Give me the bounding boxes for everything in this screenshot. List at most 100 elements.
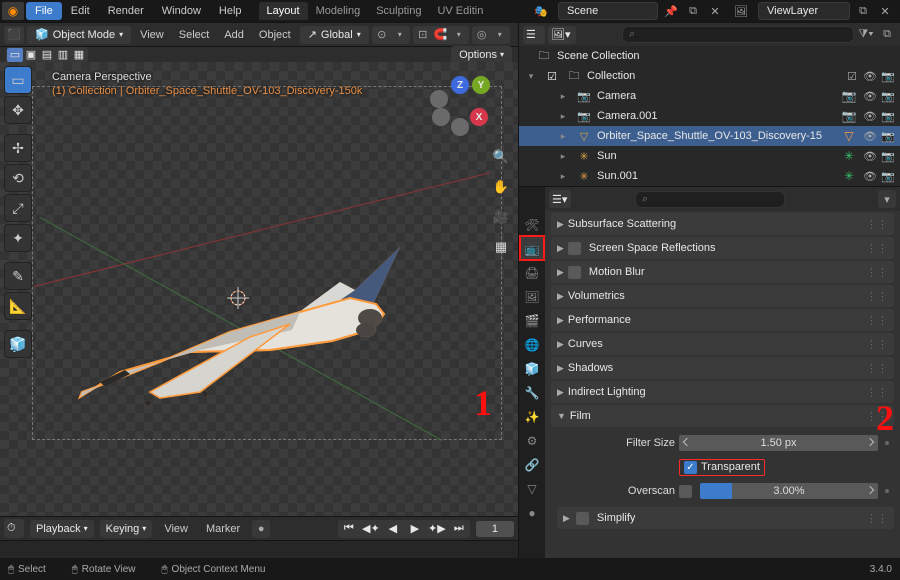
gizmo-axis-neg-z[interactable] [451,118,469,136]
render-toggle[interactable]: 📷 [880,130,896,143]
proportional-edit-toggle[interactable]: ◎▾ [472,26,510,44]
outliner-new-collection-icon[interactable]: ⧉ [878,26,896,44]
visibility-toggle[interactable]: 👁 [862,170,878,183]
tab-particles[interactable]: ✨ [519,405,545,429]
panel-grip-icon[interactable]: ⋮⋮ [866,242,888,255]
tab-render[interactable]: 📺 [519,237,545,261]
panel-grip-icon[interactable]: ⋮⋮ [866,290,888,303]
outliner-row-item[interactable]: ▸ ✳ Sun ✳ 👁📷 [519,146,900,166]
panel-collapsed-header[interactable]: ▶ Shadows ⋮⋮ [551,357,894,379]
panel-grip-icon[interactable]: ⋮⋮ [866,512,888,525]
animate-dot[interactable] [885,489,889,493]
jump-to-end-button[interactable]: ⏭ [448,520,470,538]
nav-camera-icon[interactable]: 🎥 [490,206,512,228]
tab-scene[interactable]: 🎬 [519,309,545,333]
outliner-display-mode[interactable]: 🖼▾ [548,26,576,44]
timeline-ruler[interactable] [0,540,518,558]
filter-size-field[interactable]: 1.50 px [679,435,878,451]
panel-collapsed-header[interactable]: ▶ Screen Space Reflections ⋮⋮ [551,237,894,259]
tool-add-cube[interactable]: 🧊 [4,330,32,358]
timeline-editor-selector[interactable]: ⏱ [4,519,24,538]
panel-collapsed-header[interactable]: ▶ Subsurface Scattering ⋮⋮ [551,213,894,235]
options-dropdown[interactable]: Options ▾ [451,46,512,64]
panel-collapsed-header[interactable]: ▶ Indirect Lighting ⋮⋮ [551,381,894,403]
render-toggle[interactable]: 📷 [880,90,896,103]
tool-move[interactable]: ✢ [4,134,32,162]
disclosure-icon[interactable]: ▸ [555,151,571,162]
panel-collapsed-header[interactable]: ▶ Volumetrics ⋮⋮ [551,285,894,307]
checkbox-icon[interactable]: ☑ [543,70,561,83]
panel-grip-icon[interactable]: ⋮⋮ [866,314,888,327]
render-toggle[interactable]: 📷 [880,170,896,183]
tab-viewlayer[interactable]: 🖼 [519,285,545,309]
outliner-filter-icon[interactable]: ⧩▾ [857,26,875,44]
timeline-view-menu[interactable]: View [158,523,194,535]
visibility-toggle[interactable]: 👁 [862,110,878,123]
outliner-row-collection[interactable]: ▾ ☑ 🗀 Collection ☑👁📷 [519,66,900,86]
disclosure-icon[interactable]: ▸ [555,171,571,182]
tool-measure[interactable]: 📐 [4,292,32,320]
select-extend-icon[interactable]: ▣ [23,48,39,62]
interaction-mode-selector[interactable]: 🧊 Object Mode ▾ [27,26,131,44]
outliner-row-item[interactable]: ▸ 📷 Camera.001 📷 👁📷 [519,106,900,126]
menu-render[interactable]: Render [99,2,153,20]
properties-editor-selector[interactable]: ☰▾ [549,190,571,208]
panel-grip-icon[interactable]: ⋮⋮ [866,362,888,375]
gizmo-axis-x[interactable]: X [470,108,488,126]
outliner-row-item[interactable]: ▸ ▽ Orbiter_Space_Shuttle_OV-103_Discove… [519,126,900,146]
tool-select-box[interactable]: ▭ [4,66,32,94]
visibility-toggle[interactable]: 👁 [862,70,878,83]
panel-simplify-header[interactable]: ▶ Simplify ⋮⋮ [557,507,894,529]
scenes-browse-icon[interactable]: 🎭 [528,2,554,20]
select-subtract-icon[interactable]: ▤ [39,48,55,62]
menu-help[interactable]: Help [210,2,251,20]
panel-film-header[interactable]: ▼ Film ⋮⋮ [551,405,894,427]
outliner-row-item[interactable]: ▸ ✳ Sun.001 ✳ 👁📷 [519,166,900,186]
menu-edit[interactable]: Edit [62,2,99,20]
viewport-3d[interactable]: ▭ ✥ ✢ ⟲ ⤢ ✦ ✎ 📐 🧊 Camera Perspective (1)… [0,62,518,516]
tool-transform[interactable]: ✦ [4,224,32,252]
visibility-toggle[interactable]: 👁 [862,130,878,143]
tab-modifiers[interactable]: 🔧 [519,381,545,405]
header-menu-object[interactable]: Object [253,29,297,41]
workspace-tab-modeling[interactable]: Modeling [308,2,369,20]
viewlayer-name-field[interactable]: ViewLayer [758,2,850,20]
visibility-toggle[interactable]: 👁 [862,90,878,103]
visibility-toggle[interactable]: 👁 [862,150,878,163]
tab-material[interactable]: ● [519,501,545,525]
exclude-toggle[interactable]: ☑ [844,70,860,83]
panel-collapsed-header[interactable]: ▶ Curves ⋮⋮ [551,333,894,355]
tab-output[interactable]: 🖨 [519,261,545,285]
disclosure-icon[interactable]: ▸ [555,91,571,102]
panel-grip-icon[interactable]: ⋮⋮ [866,266,888,279]
panel-collapsed-header[interactable]: ▶ Performance ⋮⋮ [551,309,894,331]
scene-pin-icon[interactable]: 📌 [662,2,680,20]
shuttle-model[interactable] [70,222,410,422]
selection-modes[interactable]: ▭ ▣ ▤ ▥ ▦ [6,47,88,63]
navigation-gizmo[interactable]: Z Y X [430,76,490,136]
render-toggle[interactable]: 📷 [880,70,896,83]
timeline-playback-menu[interactable]: Playback▾ [30,520,94,538]
gizmo-axis-neg-x[interactable] [432,108,450,126]
blender-logo[interactable]: ◉ [2,2,24,20]
gizmo-axis-y[interactable]: Y [472,76,490,94]
menu-window[interactable]: Window [153,2,210,20]
panel-enable-checkbox[interactable] [568,266,581,279]
tab-constraints[interactable]: 🔗 [519,453,545,477]
timeline-marker-menu[interactable]: Marker [200,523,246,535]
editor-type-selector[interactable]: ⬛ [4,26,24,44]
outliner-row-item[interactable]: ▸ 📷 Camera 📷 👁📷 [519,86,900,106]
nav-zoom-icon[interactable]: 🔍 [490,146,512,168]
gizmo-axis-z[interactable]: Z [451,76,469,94]
outliner-row-scene-collection[interactable]: 🗀 Scene Collection [519,46,900,66]
viewlayer-new-icon[interactable]: ⧉ [854,2,872,20]
disclosure-icon[interactable]: ▸ [555,131,571,142]
workspace-tab-uv[interactable]: UV Editin [429,2,491,20]
tool-rotate[interactable]: ⟲ [4,164,32,192]
pivot-button[interactable]: ⊙▾ [372,26,410,44]
render-toggle[interactable]: 📷 [880,150,896,163]
nav-perspective-icon[interactable]: ▦ [490,236,512,258]
gizmo-axis-neg-y[interactable] [430,90,448,108]
header-menu-add[interactable]: Add [218,29,250,41]
viewlayer-browse-icon[interactable]: 🖼 [728,2,754,20]
